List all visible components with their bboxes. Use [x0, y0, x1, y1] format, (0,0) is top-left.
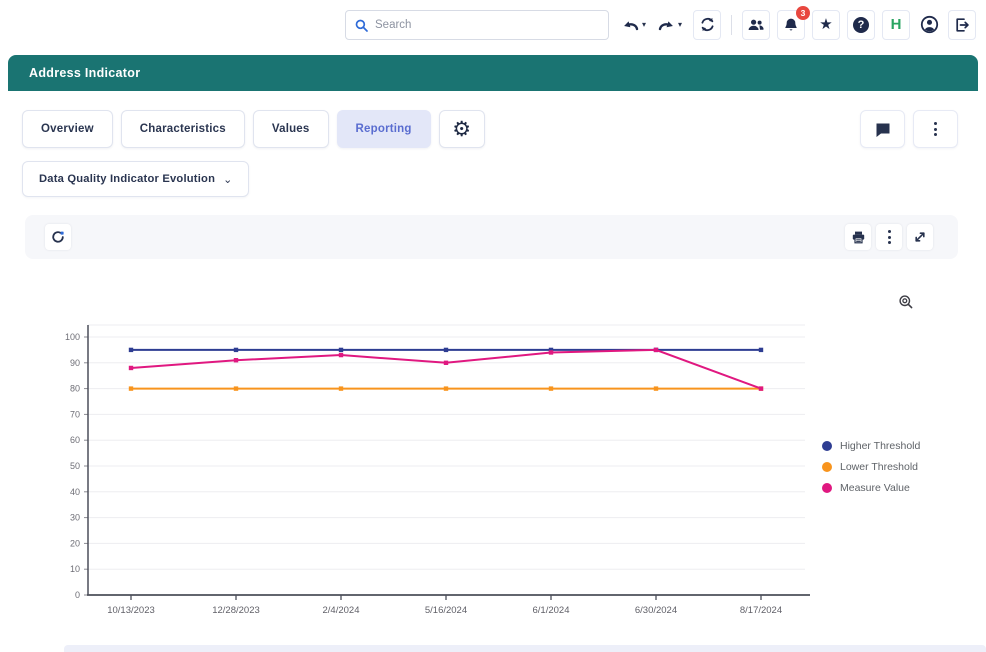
svg-text:12/28/2023: 12/28/2023 [212, 605, 260, 616]
notification-badge: 3 [796, 6, 810, 20]
widget-toolbar [25, 215, 958, 259]
redo-button[interactable]: ▾ [657, 17, 682, 32]
refresh-icon [51, 230, 65, 244]
svg-text:20: 20 [70, 538, 80, 548]
header-actions [860, 110, 958, 148]
user-avatar-icon [920, 15, 939, 34]
next-widget-edge [64, 645, 986, 652]
svg-text:5/16/2024: 5/16/2024 [425, 605, 467, 616]
report-selector-label: Data Quality Indicator Evolution [39, 173, 215, 185]
legend-dot-icon [822, 441, 832, 451]
comments-button[interactable] [860, 110, 905, 148]
topbar: ▾ ▾ 3 ★ ? H [0, 0, 986, 50]
kebab-icon [888, 230, 891, 244]
users-button[interactable] [742, 10, 770, 40]
svg-text:0: 0 [75, 590, 80, 600]
undo-button[interactable]: ▾ [621, 17, 646, 32]
svg-text:2/4/2024: 2/4/2024 [323, 605, 360, 616]
report-selector[interactable]: Data Quality Indicator Evolution ⌄ [22, 161, 249, 197]
notifications-button[interactable]: 3 [777, 10, 805, 40]
search-icon [355, 19, 368, 32]
chart-zoom-button[interactable] [898, 294, 914, 310]
sync-button[interactable] [693, 10, 721, 40]
tab-values[interactable]: Values [253, 110, 329, 148]
bell-icon [783, 17, 799, 33]
favorites-button[interactable]: ★ [812, 10, 840, 40]
more-options-button[interactable] [913, 110, 958, 148]
expand-button[interactable] [907, 224, 933, 250]
logout-icon [954, 17, 970, 33]
global-search[interactable] [345, 10, 609, 40]
chevron-down-icon: ⌄ [223, 173, 232, 186]
svg-text:8/17/2024: 8/17/2024 [740, 605, 782, 616]
app-logo-button[interactable]: H [882, 10, 910, 40]
search-input[interactable] [375, 19, 599, 31]
magnifier-zoom-icon [898, 294, 914, 310]
svg-text:90: 90 [70, 358, 80, 368]
undo-caret-icon[interactable]: ▾ [642, 21, 646, 29]
gear-icon: ⚙ [452, 119, 471, 140]
tabs-row: Overview Characteristics Values Reportin… [22, 110, 485, 148]
expand-icon [913, 230, 927, 244]
help-icon: ? [853, 17, 869, 33]
legend-item[interactable]: Measure Value [822, 482, 920, 494]
line-chart[interactable]: 0 10 20 30 40 50 60 70 80 90 100 10/13/2023 12/28/20… [50, 315, 820, 625]
legend-label: Measure Value [840, 482, 910, 494]
sync-icon [699, 16, 716, 33]
legend-dot-icon [822, 462, 832, 472]
users-icon [747, 18, 765, 32]
app-window: ▾ ▾ 3 ★ ? H [0, 0, 986, 652]
logout-button[interactable] [948, 10, 976, 40]
tab-characteristics[interactable]: Characteristics [121, 110, 245, 148]
brand-logo-icon: H [891, 17, 902, 32]
svg-text:10/13/2023: 10/13/2023 [107, 605, 155, 616]
tab-reporting[interactable]: Reporting [337, 110, 431, 148]
print-button[interactable] [845, 224, 871, 250]
comment-icon [874, 121, 892, 138]
svg-text:6/30/2024: 6/30/2024 [635, 605, 677, 616]
topbar-icons: ▾ ▾ 3 ★ ? H [621, 9, 976, 40]
help-button[interactable]: ? [847, 10, 875, 40]
legend-item[interactable]: Higher Threshold [822, 440, 920, 452]
svg-text:6/1/2024: 6/1/2024 [533, 605, 570, 616]
legend-label: Lower Threshold [840, 461, 918, 473]
svg-text:100: 100 [65, 332, 80, 342]
legend-label: Higher Threshold [840, 440, 920, 452]
redo-icon [657, 17, 676, 32]
kebab-icon [934, 122, 937, 136]
svg-text:50: 50 [70, 461, 80, 471]
widget-more-button[interactable] [876, 224, 902, 250]
svg-text:70: 70 [70, 409, 80, 419]
refresh-widget-button[interactable] [45, 224, 71, 250]
svg-text:10: 10 [70, 564, 80, 574]
svg-text:40: 40 [70, 487, 80, 497]
tab-settings-button[interactable]: ⚙ [439, 110, 485, 148]
chart-legend: Higher Threshold Lower Threshold Measure V… [822, 440, 920, 494]
topbar-divider [731, 15, 732, 35]
account-button[interactable] [917, 10, 941, 40]
printer-icon [851, 230, 866, 245]
svg-text:30: 30 [70, 513, 80, 523]
svg-text:60: 60 [70, 435, 80, 445]
asset-header: Address Indicator [8, 55, 978, 91]
redo-caret-icon[interactable]: ▾ [678, 21, 682, 29]
tab-overview[interactable]: Overview [22, 110, 113, 148]
legend-item[interactable]: Lower Threshold [822, 461, 920, 473]
undo-icon [621, 17, 640, 32]
svg-text:80: 80 [70, 384, 80, 394]
star-icon: ★ [819, 17, 832, 32]
toolbar-right-icons [845, 224, 933, 250]
legend-dot-icon [822, 483, 832, 493]
page-title: Address Indicator [29, 66, 140, 80]
